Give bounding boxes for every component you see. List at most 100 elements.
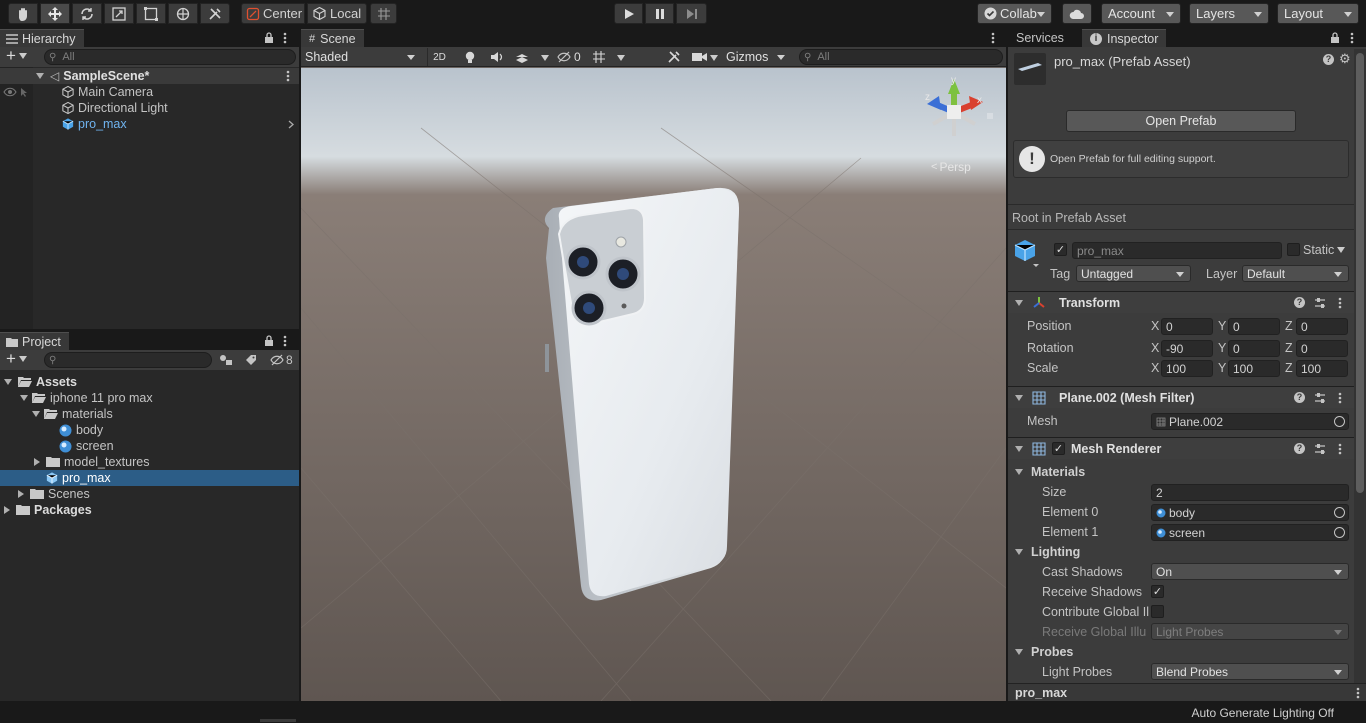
create-asset-button[interactable]: + [6,350,27,367]
kebab-menu-icon[interactable] [1356,687,1360,699]
collab-dropdown[interactable]: Collab [977,3,1052,24]
project-tree-item[interactable]: Scenes [0,486,299,502]
create-button[interactable]: + [6,47,27,64]
preset-icon[interactable] [1314,392,1326,404]
materials-foldout[interactable]: Materials [1008,463,1366,481]
mesh-filter-header[interactable]: Plane.002 (Mesh Filter) ? [1008,386,1366,408]
auto-lighting-status[interactable]: Auto Generate Lighting Off [1191,706,1334,720]
pivot-center-button[interactable]: Center [241,3,305,24]
tag-dropdown[interactable]: Untagged [1076,265,1191,282]
inspector-scrollbar[interactable] [1354,49,1366,683]
projection-toggle[interactable]: < Persp [931,160,971,174]
active-checkbox[interactable]: ✓ [1054,243,1067,256]
scene-viewport[interactable] [301,68,1006,701]
chevron-right-icon[interactable] [288,120,294,129]
account-dropdown[interactable]: Account [1101,3,1181,24]
kebab-menu-icon[interactable] [1338,297,1342,309]
position-y-input[interactable]: 0 [1228,318,1280,335]
chevron-down-icon[interactable] [617,55,625,61]
rotate-tool-button[interactable] [72,3,102,24]
cast-shadows-dropdown[interactable]: On [1151,563,1349,580]
label-tag-icon[interactable] [245,354,257,366]
project-tree-item[interactable]: iphone 11 pro max [0,390,299,406]
move-tool-button[interactable] [40,3,70,24]
lightbulb-icon[interactable] [465,51,475,64]
scrollbar-thumb[interactable] [1356,53,1364,493]
project-tree-item[interactable]: Assets [0,374,299,390]
custom-tool-button[interactable] [200,3,230,24]
scale-z-input[interactable]: 100 [1296,360,1348,377]
tools-icon[interactable] [667,50,681,64]
layers-dropdown[interactable]: Layers [1189,3,1269,24]
rotation-x-input[interactable]: -90 [1161,340,1213,357]
project-tree-item-selected[interactable]: pro_max [0,470,299,486]
position-z-input[interactable]: 0 [1296,318,1348,335]
project-tree-item[interactable]: model_textures [0,454,299,470]
lock-view-icon[interactable] [987,113,993,119]
gizmos-dropdown[interactable]: Gizmos [722,47,787,67]
receive-shadows-checkbox[interactable]: ✓ [1151,585,1164,598]
hierarchy-search-input[interactable]: ⚲ All [44,49,296,65]
scale-x-input[interactable]: 100 [1161,360,1213,377]
kebab-menu-icon[interactable] [1350,32,1354,44]
eye-icon[interactable] [3,87,17,97]
eye-hidden-icon[interactable] [270,354,284,366]
transform-tool-button[interactable] [168,3,198,24]
pause-button[interactable] [645,3,674,24]
gear-icon[interactable]: ⚙ [1339,51,1351,67]
help-icon[interactable]: ? [1294,392,1305,403]
scene-search-input[interactable]: ⚲ All [799,49,1003,65]
help-icon[interactable]: ? [1323,54,1334,65]
mesh-renderer-header[interactable]: ✓ Mesh Renderer ? [1008,437,1366,459]
lock-icon[interactable] [1330,32,1340,44]
step-button[interactable] [676,3,707,24]
rotation-z-input[interactable]: 0 [1296,340,1348,357]
layer-dropdown[interactable]: Default [1242,265,1349,282]
scale-tool-button[interactable] [104,3,134,24]
object-picker-icon[interactable] [1334,527,1345,538]
layout-dropdown[interactable]: Layout [1277,3,1359,24]
hierarchy-item[interactable]: Main Camera [0,84,299,100]
transform-header[interactable]: Transform ? [1008,291,1366,313]
effects-icon[interactable] [515,51,529,63]
lighting-foldout[interactable]: Lighting [1008,543,1366,561]
tab-inspector[interactable]: i Inspector [1082,29,1167,47]
object-picker-icon[interactable] [1334,507,1345,518]
toggle-2d-button[interactable]: 2D [427,48,451,66]
hand-tool-button[interactable] [8,3,38,24]
static-checkbox[interactable] [1287,243,1300,256]
grid-snap-icon[interactable] [592,50,606,64]
kebab-menu-icon[interactable] [1338,443,1342,455]
position-x-input[interactable]: 0 [1161,318,1213,335]
hierarchy-item[interactable]: pro_max [0,116,299,132]
object-name-input[interactable]: pro_max [1072,242,1282,259]
element0-object-field[interactable]: body [1151,504,1349,521]
kebab-menu-icon[interactable] [286,70,290,82]
mesh-renderer-enabled-checkbox[interactable]: ✓ [1052,442,1065,455]
pivot-local-button[interactable]: Local [307,3,367,24]
scale-y-input[interactable]: 100 [1228,360,1280,377]
rect-tool-button[interactable] [136,3,166,24]
play-button[interactable] [614,3,643,24]
preset-icon[interactable] [1314,443,1326,455]
audio-icon[interactable] [490,51,504,63]
grid-snap-button[interactable] [370,3,397,24]
help-icon[interactable]: ? [1294,297,1305,308]
tab-services[interactable]: Services [1008,29,1072,47]
camera-icon[interactable] [692,51,707,62]
open-prefab-button[interactable]: Open Prefab [1066,110,1296,132]
mesh-object-field[interactable]: Plane.002 [1151,413,1349,430]
shading-mode-dropdown[interactable]: Shaded [301,47,421,67]
scene-gizmo[interactable]: y x z [919,74,989,149]
eye-hidden-icon[interactable] [557,51,571,63]
light-probes-dropdown[interactable]: Blend Probes [1151,663,1349,680]
lock-icon[interactable] [264,32,274,44]
tab-hierarchy[interactable]: Hierarchy [0,29,84,47]
preset-icon[interactable] [1314,297,1326,309]
lock-icon[interactable] [264,335,274,347]
element1-object-field[interactable]: screen [1151,524,1349,541]
kebab-menu-icon[interactable] [283,32,287,44]
object-picker-icon[interactable] [1334,416,1345,427]
tab-project[interactable]: Project [0,332,69,350]
help-icon[interactable]: ? [1294,443,1305,454]
